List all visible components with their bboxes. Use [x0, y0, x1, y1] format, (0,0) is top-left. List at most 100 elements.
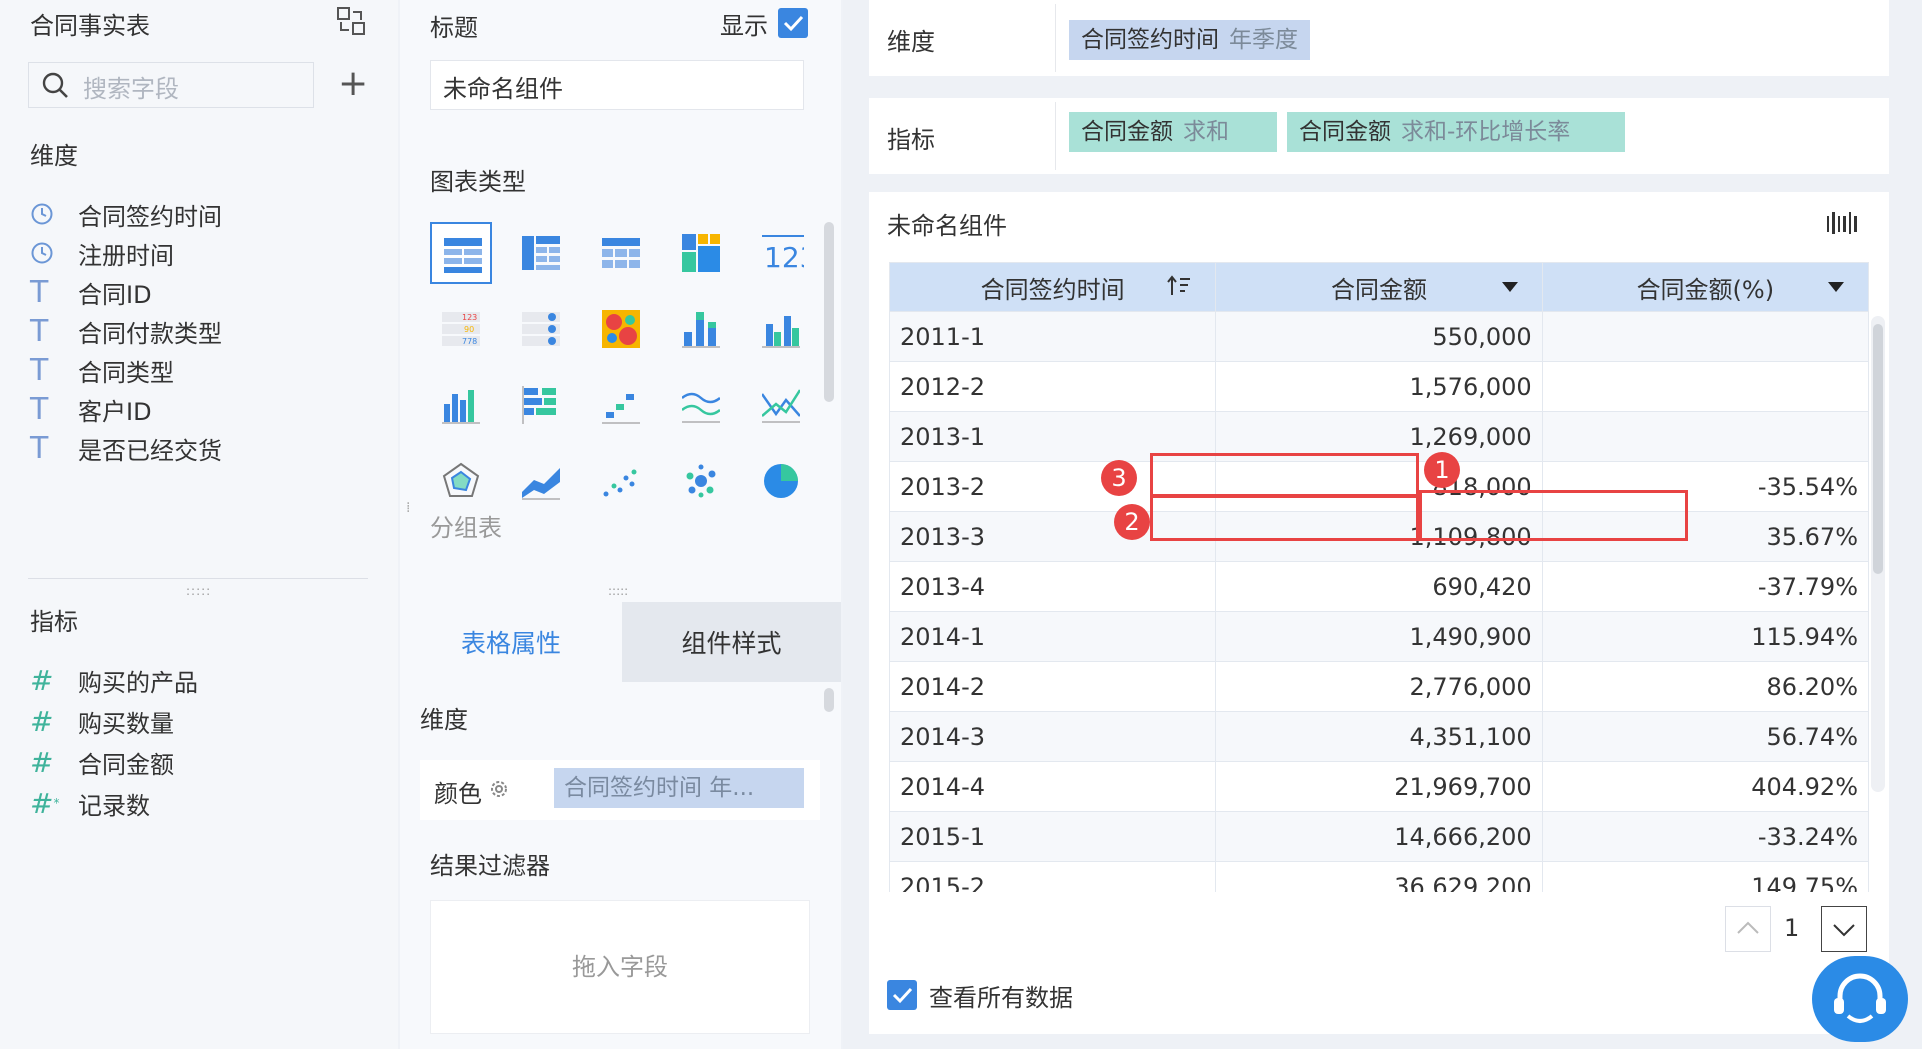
view-all-checkbox[interactable] — [887, 980, 917, 1010]
measure-chip-sum[interactable]: 合同金额 求和 — [1069, 112, 1277, 152]
field-label: 合同类型 — [78, 358, 174, 387]
gear-icon[interactable] — [488, 778, 510, 806]
grouped-column-icon[interactable] — [750, 298, 812, 360]
highlight-box-percent-2014-1 — [1419, 490, 1688, 541]
sort-icon[interactable] — [1167, 275, 1191, 297]
pie-chart-icon[interactable] — [750, 450, 812, 512]
field-search-input[interactable]: 搜索字段 — [28, 62, 314, 108]
dimension-field-item[interactable]: 注册时间 — [30, 233, 174, 273]
dimension-field-item[interactable]: T 合同类型 — [30, 350, 174, 390]
svg-text:123: 123 — [462, 313, 477, 322]
column-header-date[interactable]: 合同签约时间 — [889, 262, 1217, 312]
dimension-field-item[interactable]: T 合同ID — [30, 272, 152, 312]
detail-table-icon[interactable] — [590, 222, 652, 284]
header-label: 合同金额(%) — [1636, 275, 1775, 304]
selected-chart-type-label: 分组表 — [430, 514, 502, 542]
customer-support-button[interactable] — [1812, 956, 1908, 1042]
dimension-field-item[interactable]: 合同签约时间 — [30, 194, 222, 234]
header-label: 合同签约时间 — [980, 275, 1125, 304]
multi-line-chart-icon[interactable] — [750, 374, 812, 436]
column-header-percent[interactable]: 合同金额(%) — [1541, 262, 1869, 312]
dropdown-arrow-icon[interactable] — [1501, 282, 1518, 292]
measure-field-item[interactable]: # 购买数量 — [30, 701, 174, 741]
cell-percent: -33.24% — [1541, 811, 1869, 862]
measure-field-item[interactable]: # 购买的产品 — [30, 660, 198, 700]
dropdown-arrow-icon[interactable] — [1828, 282, 1844, 292]
cell-amount: 36,629,200 — [1215, 861, 1543, 892]
cell-amount: 2,776,000 — [1215, 661, 1543, 712]
dimension-field-item[interactable]: T 是否已经交货 — [30, 428, 222, 468]
properties-scrollbar[interactable] — [824, 688, 834, 712]
table-row: 2011-1 550,000 — [889, 311, 1869, 362]
table-row: 2014-2 2,776,000 86.20% — [889, 661, 1869, 712]
line-chart-icon[interactable] — [670, 374, 732, 436]
cell-percent: 149.75% — [1541, 861, 1869, 892]
cell-percent — [1541, 361, 1869, 412]
add-field-button[interactable]: + — [338, 64, 368, 104]
resize-handle[interactable]: ::::: — [608, 584, 628, 598]
text-icon: T — [30, 313, 49, 349]
drag-handle-icon[interactable]: ⁞ — [406, 500, 410, 516]
switch-dataset-icon[interactable] — [336, 6, 366, 36]
grouped-table-icon[interactable] — [430, 222, 492, 284]
measure-shelf: 指标 合同金额 求和 合同金额 求和-环比增长率 — [869, 98, 1889, 174]
indicator-card-icon[interactable] — [510, 298, 572, 360]
text-icon: T — [30, 352, 49, 388]
cell-date: 2014-4 — [889, 761, 1217, 812]
bubble-chart-icon[interactable] — [670, 450, 732, 512]
annotation-badge: 3 — [1101, 460, 1137, 496]
radar-chart-icon[interactable] — [430, 450, 492, 512]
treemap-icon[interactable] — [670, 222, 732, 284]
field-label: 购买数量 — [78, 709, 174, 738]
page-up-button[interactable] — [1725, 906, 1771, 952]
tab-table-properties[interactable]: 表格属性 — [400, 602, 622, 682]
tab-component-style[interactable]: 组件样式 — [622, 602, 841, 682]
color-field-chip[interactable]: 合同签约时间 年... — [554, 768, 804, 808]
annotation-badge: 1 — [1424, 452, 1460, 488]
cell-amount: 1,576,000 — [1215, 361, 1543, 412]
chip-field: 合同金额 — [1299, 119, 1391, 145]
cell-percent: 56.74% — [1541, 711, 1869, 762]
scrollbar-thumb[interactable] — [1873, 324, 1883, 574]
column-header-amount[interactable]: 合同金额 — [1215, 262, 1543, 312]
dimension-field-item[interactable]: T 客户ID — [30, 389, 152, 429]
dimension-field-item[interactable]: T 合同付款类型 — [30, 311, 222, 351]
chart-type-scrollbar[interactable] — [824, 222, 834, 402]
dimension-chip[interactable]: 合同签约时间 年季度 — [1069, 20, 1310, 60]
title-label: 标题 — [430, 14, 478, 42]
text-list-icon[interactable]: 123 90 778 — [430, 298, 492, 360]
measure-shelf-label: 指标 — [887, 126, 935, 154]
kpi-number-icon[interactable]: 123 — [750, 222, 812, 284]
table-row: 2013-4 690,420 -37.79% — [889, 561, 1869, 612]
step-chart-icon[interactable] — [590, 374, 652, 436]
resize-handle[interactable]: ::::: — [186, 584, 211, 598]
barcode-icon[interactable] — [1827, 212, 1857, 240]
cross-table-icon[interactable] — [510, 222, 572, 284]
cell-date: 2011-1 — [889, 311, 1217, 362]
measure-chip-growth[interactable]: 合同金额 求和-环比增长率 — [1287, 112, 1625, 152]
field-label: 购买的产品 — [78, 668, 198, 697]
result-filter-label: 结果过滤器 — [430, 852, 550, 880]
heatmap-icon[interactable] — [590, 298, 652, 360]
field-label: 客户ID — [78, 397, 152, 426]
chevron-up-icon — [1737, 921, 1759, 934]
table-row: 2014-1 1,490,900 115.94% — [889, 611, 1869, 662]
scatter-chart-icon[interactable] — [590, 450, 652, 512]
show-title-checkbox[interactable] — [778, 8, 808, 38]
stacked-column-icon[interactable] — [670, 298, 732, 360]
bar-chart-icon[interactable] — [510, 374, 572, 436]
highlight-box-amount-2014-1 — [1150, 495, 1419, 541]
component-name-input[interactable]: 未命名组件 — [430, 60, 804, 110]
cell-date: 2014-3 — [889, 711, 1217, 762]
search-placeholder: 搜索字段 — [83, 75, 179, 103]
area-chart-icon[interactable] — [510, 450, 572, 512]
page-down-button[interactable] — [1821, 906, 1867, 952]
measure-field-item[interactable]: # 合同金额 — [30, 742, 174, 782]
filter-drop-zone[interactable]: 拖入字段 — [430, 900, 810, 1034]
text-icon: T — [30, 430, 49, 466]
table-scrollbar[interactable] — [1871, 316, 1885, 792]
column-chart-icon[interactable] — [430, 374, 492, 436]
measure-field-item[interactable]: # * 记录数 — [30, 783, 150, 823]
table-header-row: 合同签约时间 合同金额 合同金额(%) — [889, 262, 1869, 312]
cell-date: 2014-1 — [889, 611, 1217, 662]
